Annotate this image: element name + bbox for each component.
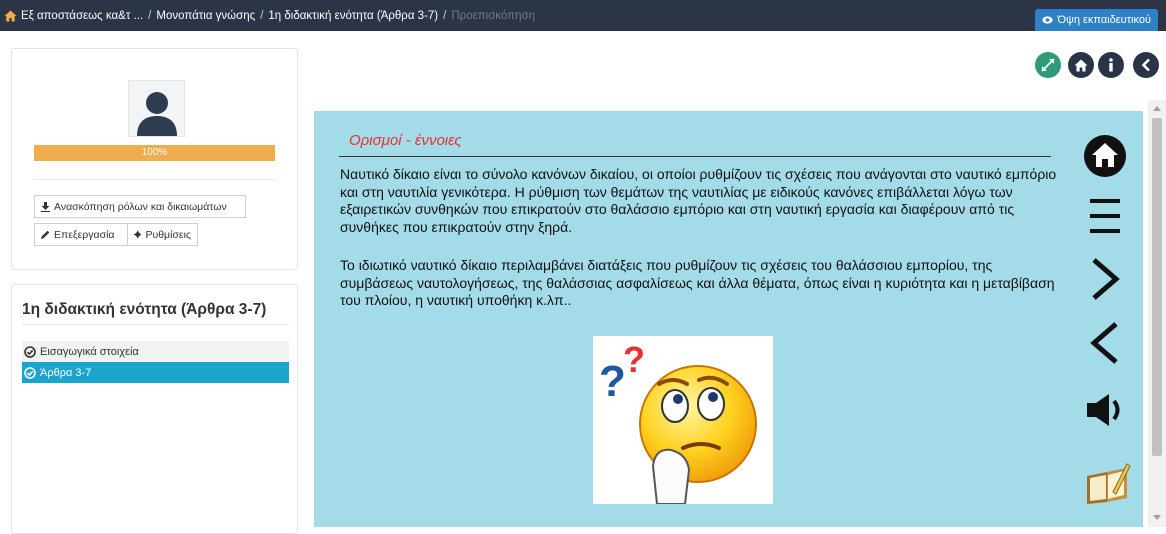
breadcrumb-item-preview: Προεπισκόπηση xyxy=(451,9,535,22)
back-icon xyxy=(1141,58,1150,72)
divider xyxy=(22,324,289,325)
profile-card: 100% Ανασκόπηση ρόλων και δικαιωμάτων Επ… xyxy=(11,48,298,270)
thinking-emoji-image: ? ? xyxy=(593,336,773,504)
teacher-view-label: Όψη εκπαιδευτικού xyxy=(1057,14,1151,26)
nav-home-button[interactable] xyxy=(1082,133,1128,179)
progress-label: 100% xyxy=(141,147,168,158)
content-paragraph: Το ιδιωτικό ναυτικό δίκαιο περιλαμβάνει … xyxy=(340,257,1055,308)
lesson-label: Εισαγωγικά στοιχεία xyxy=(40,345,139,358)
breadcrumb-item-course[interactable]: Εξ αποστάσεως κα&τ ... xyxy=(21,10,143,22)
progress-bar: 100% xyxy=(34,145,275,161)
scroll-down-icon[interactable] xyxy=(1153,515,1161,520)
scroll-thumb[interactable] xyxy=(1152,118,1162,456)
pencil-icon xyxy=(41,230,50,239)
download-icon xyxy=(41,201,50,212)
content-paragraph: Ναυτικό δίκαιο είναι το σύνολο κανόνων δ… xyxy=(340,166,1057,235)
title-underline xyxy=(339,156,1051,157)
svg-text:?: ? xyxy=(599,357,626,406)
divider xyxy=(34,179,275,180)
review-roles-label: Ανασκόπηση ρόλων και δικαιωμάτων xyxy=(54,200,227,213)
unit-card: 1η διδακτική ενότητα (Άρθρα 3-7) Εισαγωγ… xyxy=(11,284,298,534)
speaker-icon xyxy=(1087,394,1120,426)
home-icon xyxy=(1084,135,1126,177)
scroll-up-icon[interactable] xyxy=(1153,106,1161,111)
nav-previous-button[interactable] xyxy=(1082,320,1128,366)
teacher-view-button[interactable]: Όψη εκπαιδευτικού xyxy=(1035,9,1158,31)
next-icon xyxy=(1092,258,1120,300)
nav-menu-button[interactable] xyxy=(1082,193,1128,239)
breadcrumb-separator: / xyxy=(148,9,152,22)
avatar xyxy=(128,80,185,137)
check-circle-icon xyxy=(24,345,36,358)
nav-audio-button[interactable] xyxy=(1082,387,1128,433)
section-title: Ορισμοί - έννοιες xyxy=(349,132,462,149)
previous-icon xyxy=(1090,322,1118,364)
nav-notebook-button[interactable] xyxy=(1082,457,1132,507)
breadcrumb-item-unit[interactable]: 1η διδακτική ενότητα (Άρθρα 3-7) xyxy=(268,10,438,22)
breadcrumb-separator: / xyxy=(260,9,264,22)
settings-label: Ρυθμίσεις xyxy=(145,228,191,241)
home-button[interactable] xyxy=(1068,52,1094,78)
edit-label: Επεξεργασία xyxy=(54,228,115,241)
back-button[interactable] xyxy=(1133,52,1159,78)
content-panel: Ορισμοί - έννοιες Ναυτικό δίκαιο είναι τ… xyxy=(314,111,1143,527)
check-circle-icon xyxy=(24,366,36,379)
unit-title: 1η διδακτική ενότητα (Άρθρα 3-7) xyxy=(22,301,267,318)
expand-icon xyxy=(1041,58,1055,72)
lesson-label: Άρθρα 3-7 xyxy=(40,366,92,379)
eye-icon xyxy=(1042,16,1054,24)
info-button[interactable] xyxy=(1098,52,1124,78)
lesson-item-intro[interactable]: Εισαγωγικά στοιχεία xyxy=(22,341,289,362)
breadcrumb-separator: / xyxy=(443,9,447,22)
home-icon[interactable] xyxy=(4,10,17,22)
review-roles-button[interactable]: Ανασκόπηση ρόλων και δικαιωμάτων xyxy=(34,195,246,218)
top-bar: Εξ αποστάσεως κα&τ ... / Μονοπάτια γνώση… xyxy=(0,0,1166,31)
breadcrumb: Εξ αποστάσεως κα&τ ... / Μονοπάτια γνώση… xyxy=(0,10,535,22)
lesson-item-articles[interactable]: Άρθρα 3-7 xyxy=(22,362,289,383)
nav-next-button[interactable] xyxy=(1082,256,1128,302)
expand-button[interactable] xyxy=(1035,52,1061,78)
notebook-icon xyxy=(1087,463,1131,504)
edit-button[interactable]: Επεξεργασία xyxy=(34,223,128,246)
settings-button[interactable]: Ρυθμίσεις xyxy=(127,223,198,246)
menu-icon xyxy=(1090,199,1120,233)
breadcrumb-item-learning-paths[interactable]: Μονοπάτια γνώσης xyxy=(156,10,255,22)
home-icon xyxy=(1074,59,1088,71)
info-icon xyxy=(1109,58,1113,72)
gear-icon xyxy=(134,230,142,239)
scrollbar[interactable] xyxy=(1148,100,1166,527)
svg-text:?: ? xyxy=(623,339,645,380)
